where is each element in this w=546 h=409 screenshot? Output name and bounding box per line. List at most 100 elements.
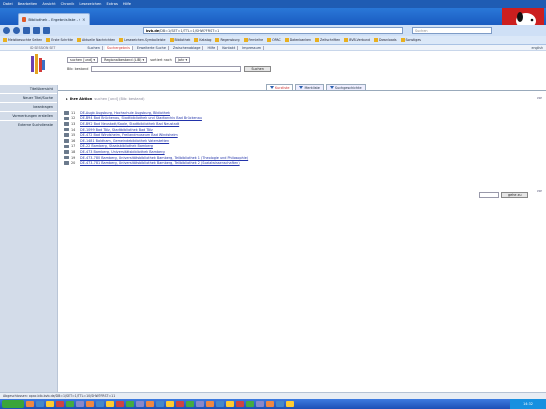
address-bar[interactable]: bvb.de /DB=1/SET=1/TTL=1/SHW?FRST=1 xyxy=(143,27,403,34)
stop-icon[interactable] xyxy=(33,27,40,34)
menu-chronik[interactable]: Chronik xyxy=(61,2,75,6)
bookmark-icon xyxy=(315,38,320,42)
taskbar-app-icon[interactable] xyxy=(156,401,164,407)
bookmark-item[interactable]: Erste Schritte xyxy=(46,38,73,42)
record-type-icon xyxy=(64,144,69,149)
url-domain: bvb.de xyxy=(146,28,160,33)
search-input[interactable]: Suchen xyxy=(412,27,492,34)
taskbar-app-icon[interactable] xyxy=(186,401,194,407)
sidebar-item[interactable]: Neuer Titel/Suche xyxy=(0,93,57,102)
taskbar-app-icon[interactable] xyxy=(66,401,74,407)
forward-icon[interactable] xyxy=(13,27,20,34)
browser-tab[interactable]: Bibliothek - Ergebnisliste - GVK × xyxy=(18,13,90,25)
taskbar-app-icon[interactable] xyxy=(26,401,34,407)
taskbar: 14:32 xyxy=(0,399,546,409)
search-term-input[interactable] xyxy=(91,66,242,72)
library-link[interactable]: DE-B94 Bad Brückenau, Stadtbibliothek un… xyxy=(80,116,202,120)
taskbar-app-icon[interactable] xyxy=(266,401,274,407)
taskbar-app-icon[interactable] xyxy=(276,401,284,407)
sort-select[interactable]: Jahr ▾ xyxy=(174,57,191,63)
url-path: /DB=1/SET=1/TTL=1/SHW?FRST=1 xyxy=(159,28,220,33)
bookmark-item[interactable]: Regensburg xyxy=(215,38,240,42)
library-link[interactable]: DE-473-780 Bamberg, Universitätsbiblioth… xyxy=(80,156,248,160)
taskbar-app-icon[interactable] xyxy=(166,401,174,407)
sidebar-item[interactable]: Externe Suchdienste xyxy=(0,120,57,129)
taskbar-app-icon[interactable] xyxy=(226,401,234,407)
start-button[interactable] xyxy=(2,400,24,408)
taskbar-app-icon[interactable] xyxy=(56,401,64,407)
bookmark-item[interactable]: OPAC xyxy=(267,38,281,42)
library-link[interactable]: DE-472 Bad Windsheim, Freilandmuseum Bad… xyxy=(80,133,178,137)
library-link[interactable]: DE-473-781 Bamberg, Universitätsbiblioth… xyxy=(80,161,240,165)
bookmark-item[interactable]: Aktuelle Nachrichten xyxy=(76,38,115,42)
menu-bearbeiten[interactable]: Bearbeiten xyxy=(18,2,38,6)
bookmark-item[interactable]: BVB-Verbund xyxy=(344,38,370,42)
library-link[interactable]: DE-22 Bamberg, Staatsbibliothek Bamberg xyxy=(80,144,153,148)
reload-icon[interactable] xyxy=(23,27,30,34)
search-key-select[interactable]: suchen [und] ▾ xyxy=(67,57,99,63)
menu-datei[interactable]: Datei xyxy=(3,2,13,6)
bookmark-item[interactable]: Downloads xyxy=(373,38,397,42)
tab-impressum[interactable]: Impressum xyxy=(240,45,265,50)
item-number: 13 xyxy=(71,121,76,126)
bookmark-item[interactable]: Fernleihe xyxy=(243,38,263,42)
library-link[interactable]: DE-1481 Baldham, Gemeindebibliothek Vate… xyxy=(80,139,169,143)
sidebar-item[interactable]: Vormerkungen erstellen xyxy=(0,111,57,120)
goto-button[interactable]: gehe zu xyxy=(501,192,529,198)
close-tab-icon[interactable]: × xyxy=(82,17,86,22)
menu-ansicht[interactable]: Ansicht xyxy=(42,2,55,6)
view-tab-label: Merkliste xyxy=(304,85,320,90)
taskbar-app-icon[interactable] xyxy=(206,401,214,407)
tab-kontakt[interactable]: Kontakt xyxy=(220,45,239,50)
back-icon[interactable] xyxy=(3,27,10,34)
goto-input[interactable] xyxy=(479,192,499,198)
tab-hilfe[interactable]: Hilfe xyxy=(205,45,219,50)
scope-label: Bib: bestand xyxy=(67,67,89,71)
taskbar-app-icon[interactable] xyxy=(256,401,264,407)
bookmark-item[interactable]: Zeitschriften xyxy=(315,38,340,42)
bookmark-icon xyxy=(119,38,124,42)
taskbar-app-icon[interactable] xyxy=(126,401,134,407)
bookmark-item[interactable]: Sonstiges xyxy=(400,38,421,42)
taskbar-app-icon[interactable] xyxy=(286,401,294,407)
taskbar-app-icon[interactable] xyxy=(196,401,204,407)
bookmark-item[interactable]: Katalog xyxy=(194,38,211,42)
library-link[interactable]: DE-Augb Augsburg, Hochschule Augsburg, B… xyxy=(80,111,170,115)
taskbar-app-icon[interactable] xyxy=(116,401,124,407)
taskbar-app-icon[interactable] xyxy=(176,401,184,407)
sidebar-item[interactable]: Titelübersicht xyxy=(0,85,57,93)
taskbar-app-icon[interactable] xyxy=(86,401,94,407)
taskbar-app-icon[interactable] xyxy=(236,401,244,407)
taskbar-app-icon[interactable] xyxy=(146,401,154,407)
menu-hilfe[interactable]: Hilfe xyxy=(123,2,131,6)
expand-icon[interactable]: ▸ xyxy=(66,97,68,101)
tab-zwischenablage[interactable]: Zwischenablage xyxy=(171,45,204,50)
taskbar-app-icon[interactable] xyxy=(246,401,254,407)
tab-suchen[interactable]: Suchen xyxy=(85,45,103,50)
taskbar-app-icon[interactable] xyxy=(216,401,224,407)
taskbar-app-icon[interactable] xyxy=(136,401,144,407)
bookmark-item[interactable]: Lesezeichen-Symbolleiste xyxy=(119,38,166,42)
index-select[interactable]: Regionalbestand (LIB) ▾ xyxy=(101,57,148,63)
sidebar-item[interactable]: beantragen xyxy=(0,102,57,111)
library-link[interactable]: DE-1099 Bad Tölz, Stadtbibliothek Bad Tö… xyxy=(80,128,153,132)
bookmark-item[interactable]: Datenbanken xyxy=(284,38,311,42)
library-link[interactable]: DE-473 Bamberg, Universitätsbibliothek B… xyxy=(80,150,165,154)
search-button[interactable]: Suchen xyxy=(244,66,271,72)
taskbar-app-icon[interactable] xyxy=(106,401,114,407)
taskbar-app-icon[interactable] xyxy=(76,401,84,407)
language-switch[interactable]: english xyxy=(532,46,543,50)
taskbar-app-icon[interactable] xyxy=(36,401,44,407)
bookmark-item[interactable]: Bibliothek xyxy=(169,38,190,42)
taskbar-app-icon[interactable] xyxy=(46,401,54,407)
next-page-link[interactable]: vor xyxy=(537,96,542,100)
next-page-link-bottom[interactable]: vor xyxy=(537,189,542,193)
library-link[interactable]: DE-B92 Bad Neustadt/Saale, Stadtbiblioth… xyxy=(80,122,179,126)
home-icon[interactable] xyxy=(43,27,50,34)
menu-lesezeichen[interactable]: Lesezeichen xyxy=(79,2,101,6)
taskbar-app-icon[interactable] xyxy=(96,401,104,407)
tab-erweiterte-suche[interactable]: Erweiterte Suche xyxy=(135,45,169,50)
tab-suchergebnis[interactable]: Suchergebnis xyxy=(104,45,133,50)
menu-extras[interactable]: Extras xyxy=(106,2,117,6)
bookmark-item[interactable]: Meistbesuchte Seiten xyxy=(3,38,42,42)
